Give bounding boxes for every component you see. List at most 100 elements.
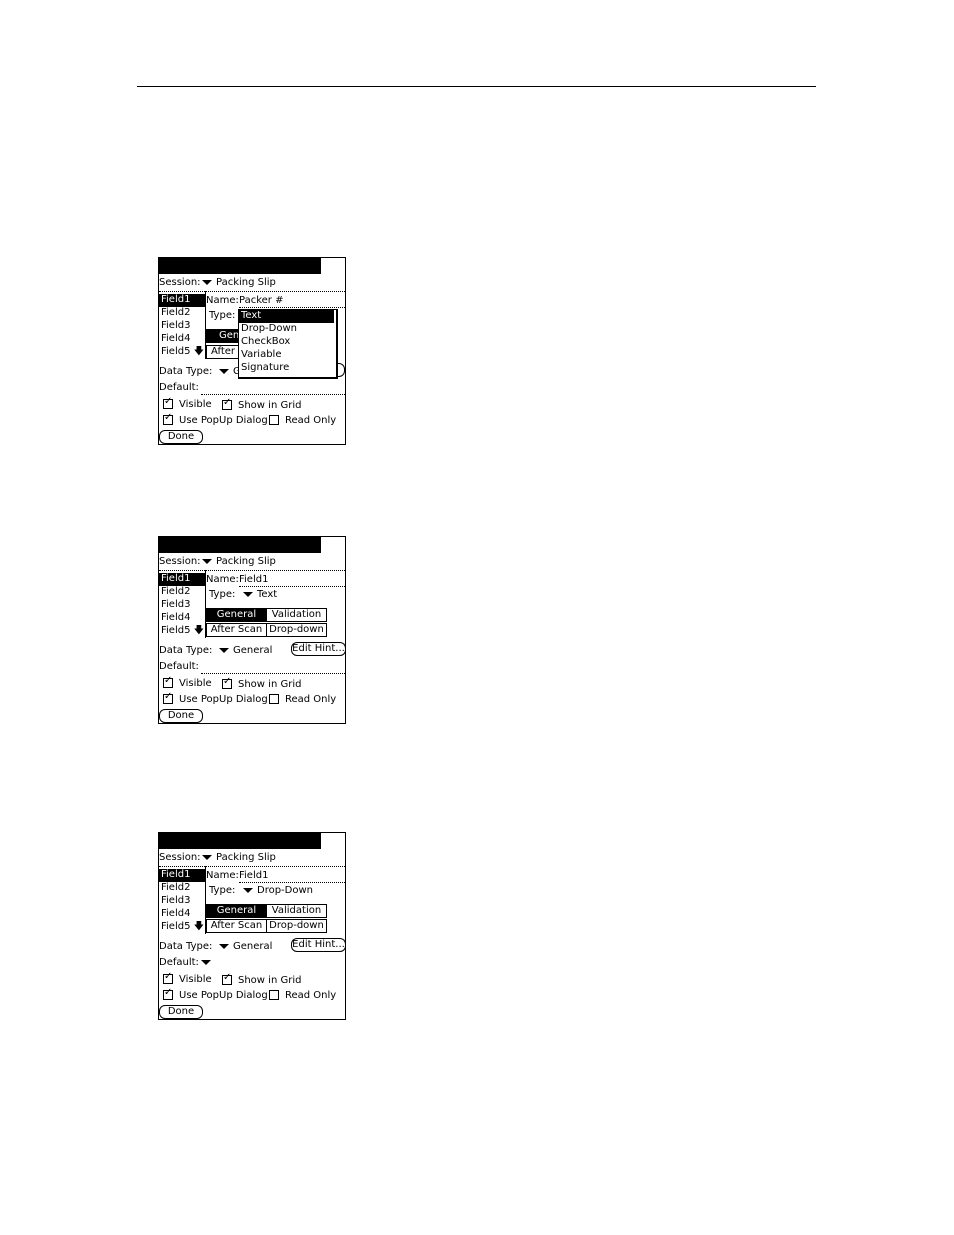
type-label: Type:: [209, 885, 236, 896]
palm-screen-type-text: Session: Packing Slip Field1 Field2 Fiel…: [158, 536, 346, 724]
data-type-selector[interactable]: General: [219, 941, 272, 953]
default-field[interactable]: [201, 673, 345, 674]
checkbox-checked-icon: [163, 396, 173, 409]
name-field[interactable]: Packer #: [239, 295, 283, 307]
use-popup-label: Use PopUp Dialog: [179, 694, 268, 705]
visible-label: Visible: [179, 399, 212, 410]
read-only-checkbox[interactable]: Read Only: [269, 415, 336, 427]
field-list-item[interactable]: Field3: [159, 895, 205, 908]
visible-checkbox[interactable]: Visible: [163, 675, 212, 690]
use-popup-checkbox[interactable]: Use PopUp Dialog: [163, 691, 268, 706]
dropdown-triangle-icon: [243, 591, 253, 597]
palm-screen-type-dropdown-open: Session: Packing Slip Field1 Field2 Fiel…: [158, 257, 346, 445]
default-selector[interactable]: [201, 957, 215, 969]
tab-drop-down[interactable]: Drop-down: [266, 919, 327, 933]
field-list-item[interactable]: Field4: [159, 908, 205, 921]
show-in-grid-label: Show in Grid: [238, 679, 302, 690]
tab-drop-down[interactable]: Drop-down: [266, 623, 327, 637]
name-label: Name:: [206, 870, 239, 881]
checkbox-checked-icon: [163, 675, 173, 688]
title-bar: [159, 258, 321, 274]
field-list: Field1 Field2 Field3 Field4 Field5 🡇: [159, 291, 206, 359]
default-label: Default:: [159, 957, 199, 968]
visible-checkbox[interactable]: Visible: [163, 396, 212, 411]
checkbox-checked-icon: [222, 676, 232, 689]
field-list-item[interactable]: Field5 🡇: [159, 921, 205, 934]
name-underline: [239, 307, 345, 308]
session-selector[interactable]: Packing Slip: [202, 556, 276, 568]
tab-validation[interactable]: Validation: [266, 608, 327, 622]
type-dropdown-menu: Text Drop-Down CheckBox Variable Signatu…: [238, 309, 338, 379]
visible-checkbox[interactable]: Visible: [163, 971, 212, 986]
done-button[interactable]: Done: [159, 1005, 203, 1019]
title-bar: [159, 537, 321, 553]
scroll-down-arrow-icon[interactable]: 🡇: [194, 625, 204, 637]
visible-label: Visible: [179, 974, 212, 985]
name-underline: [239, 882, 345, 883]
show-in-grid-checkbox[interactable]: Show in Grid: [222, 397, 301, 412]
field-list-item-label: Field5: [161, 921, 191, 932]
field-list-item[interactable]: Field4: [159, 333, 205, 346]
session-selector[interactable]: Packing Slip: [202, 852, 276, 864]
data-type-label: Data Type:: [159, 941, 213, 952]
dropdown-triangle-icon: [202, 279, 212, 285]
field-list-item[interactable]: Field3: [159, 599, 205, 612]
tab-after-scan[interactable]: After Scan: [206, 623, 267, 637]
type-option-drop-down[interactable]: Drop-Down: [239, 323, 334, 336]
dropdown-triangle-icon: [219, 368, 229, 374]
name-label: Name:: [206, 574, 239, 585]
use-popup-checkbox[interactable]: Use PopUp Dialog: [163, 987, 268, 1002]
done-button[interactable]: Done: [159, 430, 203, 444]
field-list-item[interactable]: Field2: [159, 586, 205, 599]
edit-hint-button[interactable]: Edit Hint...: [291, 938, 345, 952]
type-option-text[interactable]: Text: [239, 310, 334, 323]
type-option-checkbox[interactable]: CheckBox: [239, 336, 334, 349]
checkbox-unchecked-icon: [269, 990, 279, 1000]
scroll-down-arrow-icon[interactable]: 🡇: [194, 921, 204, 933]
type-option-signature[interactable]: Signature: [239, 362, 334, 375]
show-in-grid-checkbox[interactable]: Show in Grid: [222, 676, 302, 691]
data-type-value: General: [233, 941, 273, 952]
data-type-value: General: [233, 645, 273, 656]
session-value: Packing Slip: [216, 556, 276, 567]
use-popup-checkbox[interactable]: Use PopUp Dialog: [163, 412, 268, 427]
tab-after-scan[interactable]: After Scan: [206, 919, 267, 933]
field-list-item[interactable]: Field2: [159, 882, 205, 895]
field-list-item[interactable]: Field5 🡇: [159, 346, 205, 359]
field-list: Field1 Field2 Field3 Field4 Field5 🡇: [159, 866, 206, 934]
field-list-item[interactable]: Field4: [159, 612, 205, 625]
field-list-item[interactable]: Field5 🡇: [159, 625, 205, 638]
default-field[interactable]: [201, 394, 345, 395]
palm-screen-type-drop-down: Session: Packing Slip Field1 Field2 Fiel…: [158, 832, 346, 1020]
read-only-checkbox[interactable]: Read Only: [269, 694, 336, 706]
tab-general[interactable]: General: [206, 904, 267, 918]
field-list-item[interactable]: Field1: [159, 294, 205, 307]
dropdown-triangle-icon: [219, 943, 229, 949]
field-list-item[interactable]: Field1: [159, 869, 205, 882]
field-list-item[interactable]: Field2: [159, 307, 205, 320]
tab-general[interactable]: General: [206, 608, 267, 622]
data-type-selector[interactable]: General: [219, 645, 272, 657]
session-label: Session:: [159, 852, 201, 863]
type-option-variable[interactable]: Variable: [239, 349, 334, 362]
show-in-grid-label: Show in Grid: [238, 975, 302, 986]
use-popup-label: Use PopUp Dialog: [179, 990, 268, 1001]
scroll-down-arrow-icon[interactable]: 🡇: [194, 346, 204, 358]
show-in-grid-checkbox[interactable]: Show in Grid: [222, 972, 302, 987]
field-list-item[interactable]: Field3: [159, 320, 205, 333]
type-selector[interactable]: Drop-Down: [243, 885, 313, 897]
default-label: Default:: [159, 382, 199, 393]
read-only-checkbox[interactable]: Read Only: [269, 990, 336, 1002]
default-label: Default:: [159, 661, 199, 672]
type-value: Drop-Down: [257, 885, 314, 896]
session-selector[interactable]: Packing Slip: [202, 277, 276, 289]
field-list-item[interactable]: Field1: [159, 573, 205, 586]
type-value: Text: [257, 589, 278, 600]
name-field[interactable]: Field1: [239, 870, 268, 882]
name-field[interactable]: Field1: [239, 574, 268, 586]
field-list-item-label: Field5: [161, 346, 191, 357]
tab-validation[interactable]: Validation: [266, 904, 327, 918]
type-selector[interactable]: Text: [243, 589, 277, 601]
edit-hint-button[interactable]: Edit Hint...: [291, 642, 345, 656]
done-button[interactable]: Done: [159, 709, 203, 723]
